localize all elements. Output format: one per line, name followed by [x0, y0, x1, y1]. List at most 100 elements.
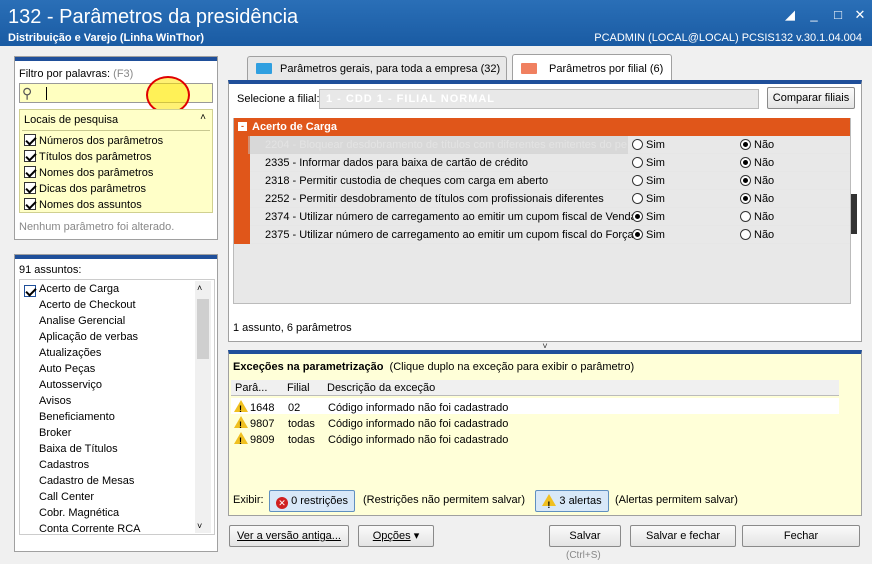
option-titles[interactable]: Títulos dos parâmetros [24, 150, 152, 163]
exc-param: 9807 [250, 418, 275, 430]
subjects-scrollbar[interactable]: ˄ ˅ [195, 281, 211, 533]
radio-sim[interactable]: Sim [632, 136, 665, 154]
window-title: 132 - Parâmetros da presidência [8, 6, 299, 28]
col-filial[interactable]: Filial [287, 382, 310, 394]
checkbox-icon [24, 182, 36, 194]
radio-icon [740, 157, 751, 168]
subject-item[interactable]: Acerto de Carga [39, 283, 119, 295]
subject-item[interactable]: Atualizações [39, 347, 101, 359]
radio-nao[interactable]: Não [740, 226, 774, 244]
option-tips[interactable]: Dicas dos parâmetros [24, 182, 146, 195]
save-button[interactable]: Salvar [549, 525, 621, 547]
options-button[interactable]: Opções ▾ [358, 525, 434, 547]
collapse-icon[interactable]: ˄ [200, 112, 206, 123]
radio-nao[interactable]: Não [740, 208, 774, 226]
save-shortcut: (Ctrl+S) [566, 550, 601, 561]
radio-nao[interactable]: Não [740, 154, 774, 172]
param-row[interactable]: 2335 - Informar dados para baixa de cart… [250, 154, 850, 172]
exc-filial: todas [288, 418, 315, 430]
radio-icon [632, 157, 643, 168]
window-subtitle: Distribuição e Varejo (Linha WinThor) [8, 32, 205, 44]
filter-input[interactable]: ⚲ [19, 76, 213, 114]
old-version-button[interactable]: Ver a versão antiga... [229, 525, 349, 547]
exception-row[interactable]: 9809 todas Código informado não foi cadast… [230, 432, 840, 449]
radio-icon [632, 139, 643, 150]
subject-item[interactable]: Avisos [39, 395, 71, 407]
row-highlight [248, 136, 628, 154]
tab-branch[interactable]: Parâmetros por filial (6) [512, 54, 672, 81]
param-label: 2374 - Utilizar número de carregamento a… [265, 211, 633, 223]
subject-item[interactable]: Baixa de Títulos [39, 443, 118, 455]
param-label: 2335 - Informar dados para baixa de cart… [265, 157, 528, 169]
exception-row[interactable]: 1648 02 Código informado não foi cadastrad… [230, 400, 840, 417]
option-subjects[interactable]: Nomes dos assuntos [24, 198, 142, 211]
group-header[interactable]: - Acerto de Carga [234, 118, 850, 136]
subject-item[interactable]: Beneficiamento [39, 411, 115, 423]
radio-icon [740, 139, 751, 150]
checkbox-icon [24, 150, 36, 162]
close-icon[interactable]: ✕ [852, 8, 868, 22]
scroll-thumb[interactable] [197, 299, 209, 359]
splitter-handle[interactable]: ˅ [450, 342, 640, 351]
radio-icon [632, 193, 643, 204]
restrictions-button[interactable]: ✕ 0 restrições [269, 490, 355, 512]
subject-item[interactable]: Conta Corrente RCA [39, 523, 141, 535]
subject-item[interactable]: Broker [39, 427, 71, 439]
subject-item[interactable]: Autosserviço [39, 379, 102, 391]
radio-sim[interactable]: Sim [632, 154, 665, 172]
minimize-icon[interactable]: _ [806, 8, 822, 22]
filter-panel: Filtro por palavras: (F3) ⚲ Locais de pe… [14, 56, 218, 240]
exception-row[interactable]: 9807 todas Código informado não foi cadast… [230, 416, 840, 433]
error-icon: ✕ [276, 497, 289, 509]
param-row[interactable]: 2375 - Utilizar número de carregamento a… [250, 226, 850, 244]
param-row[interactable]: 2374 - Utilizar número de carregamento a… [250, 208, 850, 226]
title-bar: 132 - Parâmetros da presidência Distribu… [0, 0, 872, 46]
branch-select[interactable]: 1 - CDD 1 - FILIAL NORMAL [319, 89, 759, 109]
status-text: Nenhum parâmetro foi alterado. [19, 221, 175, 233]
checkbox-icon [24, 134, 36, 146]
param-label: 2318 - Permitir custodia de cheques com … [265, 175, 549, 187]
radio-sim[interactable]: Sim [632, 226, 665, 244]
warning-icon [234, 416, 248, 433]
alerts-button[interactable]: 3 alertas [535, 490, 609, 515]
subject-selected-check[interactable] [24, 285, 39, 298]
scroll-down-icon[interactable]: ˅ [197, 521, 202, 531]
subjects-count: 91 assuntos: [19, 264, 82, 276]
subject-item[interactable]: Analise Gerencial [39, 315, 125, 327]
save-close-button[interactable]: Salvar e fechar [630, 525, 736, 547]
subject-item[interactable]: Aplicação de verbas [39, 331, 138, 343]
radio-nao[interactable]: Não [740, 172, 774, 190]
option-names[interactable]: Nomes dos parâmetros [24, 166, 153, 179]
col-desc[interactable]: Descrição da exceção [327, 382, 435, 394]
subject-item[interactable]: Cadastros [39, 459, 89, 471]
radio-nao[interactable]: Não [740, 136, 774, 154]
scroll-up-icon[interactable]: ˄ [197, 283, 202, 293]
side-collapse-handle[interactable] [851, 194, 857, 234]
subject-item[interactable]: Cadastro de Mesas [39, 475, 134, 487]
col-param[interactable]: Parâ... [235, 382, 267, 394]
checkbox-icon [24, 198, 36, 210]
exc-param: 9809 [250, 434, 275, 446]
radio-sim[interactable]: Sim [632, 208, 665, 226]
maximize-icon[interactable]: □ [830, 8, 846, 22]
radio-sim[interactable]: Sim [632, 190, 665, 208]
radio-icon [740, 193, 751, 204]
compare-branches-button[interactable]: Comparar filiais [767, 87, 855, 109]
subject-item[interactable]: Acerto de Checkout [39, 299, 136, 311]
restore-icon[interactable]: ◢ [782, 8, 798, 22]
subject-item[interactable]: Call Center [39, 491, 94, 503]
radio-sim[interactable]: Sim [632, 172, 665, 190]
param-row[interactable]: 2252 - Permitir desdobramento de títulos… [250, 190, 850, 208]
option-numbers[interactable]: Números dos parâmetros [24, 134, 163, 147]
collapse-group-icon[interactable]: - [238, 122, 247, 131]
subject-item[interactable]: Cobr. Magnética [39, 507, 119, 519]
param-label: 2252 - Permitir desdobramento de títulos… [265, 193, 604, 205]
radio-nao[interactable]: Não [740, 190, 774, 208]
close-button[interactable]: Fechar [742, 525, 860, 547]
subject-item[interactable]: Auto Peças [39, 363, 95, 375]
exc-filial: 02 [288, 402, 301, 414]
param-row[interactable]: 2318 - Permitir custodia de cheques com … [250, 172, 850, 190]
filter-shortcut: (F3) [113, 68, 134, 80]
tab-general[interactable]: Parâmetros gerais, para toda a empresa (… [247, 56, 507, 80]
radio-icon [632, 211, 643, 222]
